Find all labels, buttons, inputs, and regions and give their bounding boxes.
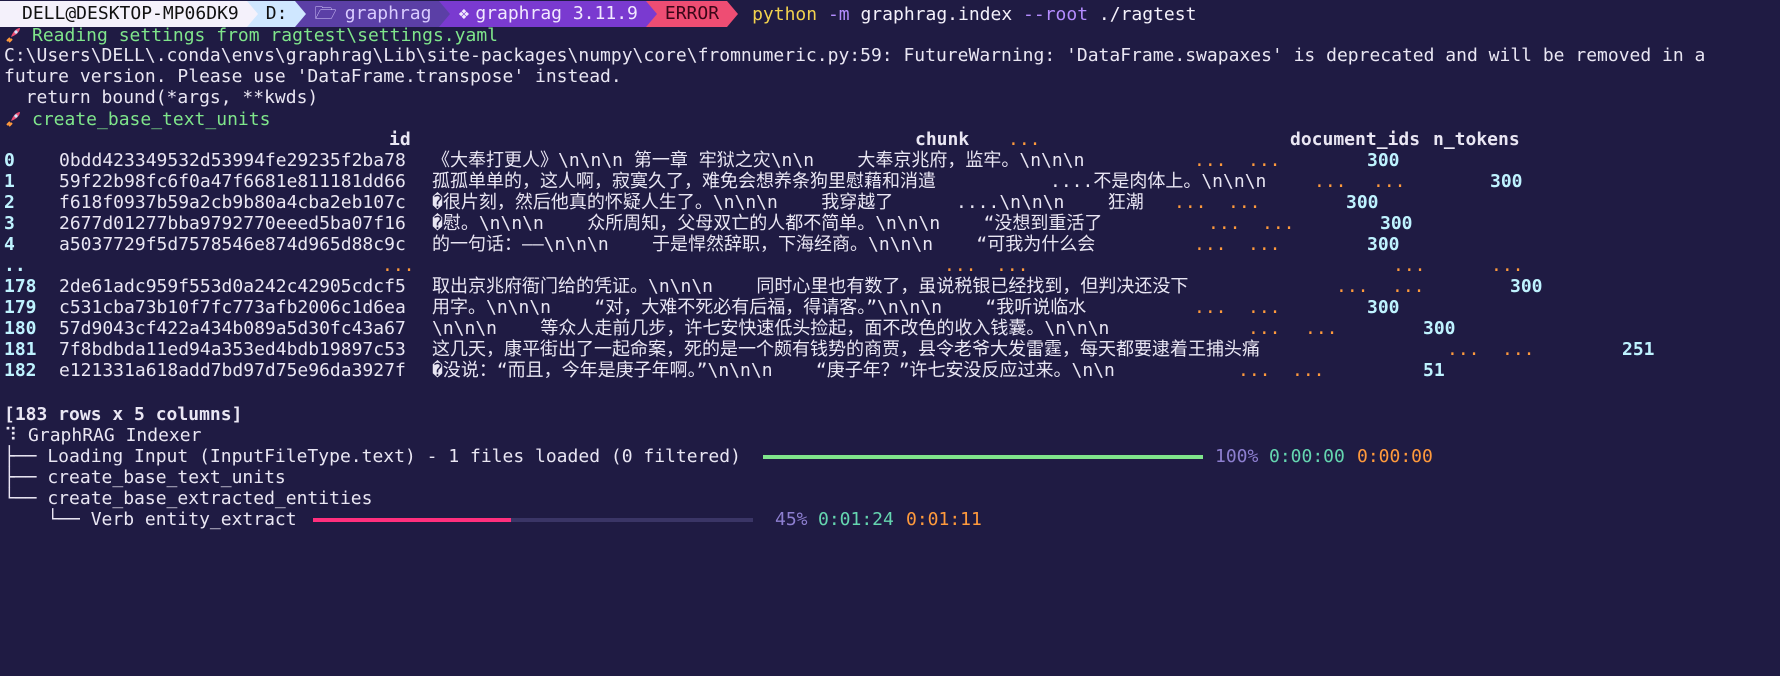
entity-extract-remaining-time: 0:01:11	[906, 509, 982, 530]
table-row: 182 e121331a618add7bd97d75e96da3927f �没说…	[0, 359, 1780, 383]
loading-remaining-time: 0:00:00	[1357, 446, 1433, 467]
row-ellipsis: ...	[1238, 360, 1271, 381]
prompt-status: ERROR	[656, 1, 728, 27]
verb-entity-extract-label: └── Verb entity_extract	[4, 509, 297, 530]
log-step-text: create_base_text_units	[32, 109, 271, 130]
loading-progress-track	[763, 455, 1203, 459]
cmd-path: ./ragtest	[1098, 3, 1197, 25]
row-n-tokens: 51	[1423, 360, 1445, 381]
entity-extract-progress-bar	[313, 518, 511, 522]
braille-spinner-icon: ⠹	[4, 425, 29, 446]
loading-progress-percent: 100%	[1215, 446, 1259, 467]
cmd-module: graphrag.index	[860, 3, 1013, 25]
entity-extract-progress-percent: 45%	[775, 509, 808, 530]
loading-elapsed-time: 0:00:00	[1269, 446, 1345, 467]
powerline-separator	[727, 1, 739, 27]
tree-verb-entity-extract: └── Verb entity_extract 45% 0:01:24 0:01…	[0, 508, 1780, 532]
cmd-flag-root: --root	[1023, 3, 1089, 25]
indexer-title-text: GraphRAG Indexer	[28, 425, 202, 446]
row-ellipsis: ...	[1292, 360, 1325, 381]
entity-extract-elapsed-time: 0:01:24	[818, 509, 894, 530]
entity-extract-progress-track	[313, 518, 753, 522]
log-reading-text: Reading settings from ragtest\settings.y…	[32, 25, 498, 46]
row-chunk: �没说：“而且，今年是庚子年啊。”\n\n\n “庚子年？”许七安没反应过来。\…	[432, 360, 1115, 381]
terminal-window[interactable]: DELL@DESKTOP-MP06DK9 D: 🗁 graphrag ❖ gra…	[0, 0, 1780, 614]
cmd-flag-m: -m	[827, 3, 850, 25]
loading-progress-bar	[763, 455, 1203, 459]
row-id: e121331a618add7bd97d75e96da3927f	[59, 360, 406, 381]
powerline-separator	[645, 1, 657, 27]
rocket-icon	[4, 26, 22, 44]
prompt-env-label: graphrag 3.11.9	[475, 3, 638, 24]
cmd-python: python	[752, 3, 818, 25]
rocket-icon	[4, 110, 22, 128]
row-index: 182	[4, 360, 37, 381]
command-line[interactable]: python -m graphrag.index --root ./ragtes…	[752, 4, 1196, 25]
